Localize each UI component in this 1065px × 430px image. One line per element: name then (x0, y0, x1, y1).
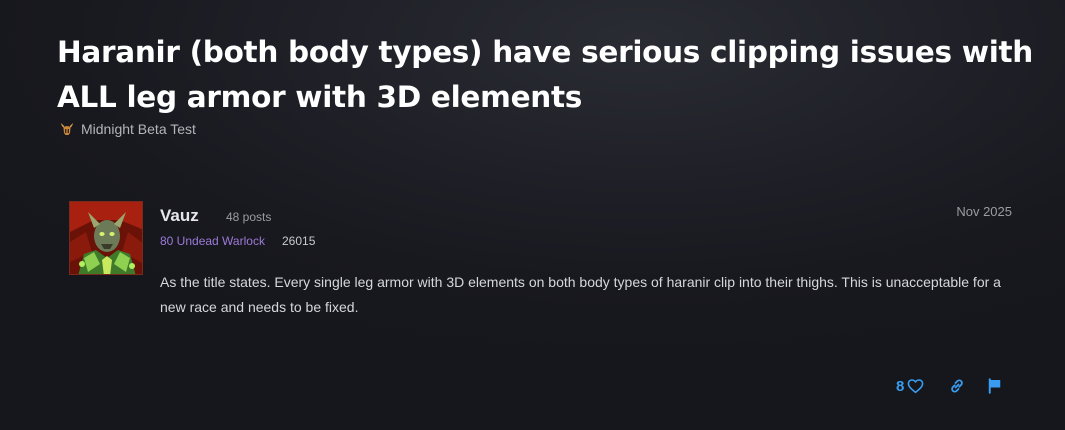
post-body: As the title states. Every single leg ar… (160, 274, 1001, 315)
author-name[interactable]: Vauz (160, 206, 199, 226)
heart-icon (907, 379, 924, 394)
like-count: 8 (896, 377, 905, 395)
post-date[interactable]: Nov 2025 (940, 204, 1012, 219)
post: Vauz 48 posts 80 Undead Warlock 26015 No… (0, 0, 1065, 430)
like-button[interactable]: 8 (896, 374, 924, 398)
link-icon[interactable] (948, 377, 966, 395)
topic-page: Haranir (both body types) have serious c… (0, 0, 1065, 430)
achievement-points: 26015 (282, 234, 316, 248)
avatar-portrait (70, 202, 142, 274)
post-actions: 8 (0, 374, 1065, 398)
character-info[interactable]: 80 Undead Warlock (160, 234, 265, 248)
avatar[interactable] (69, 201, 143, 275)
post-count: 48 posts (226, 210, 272, 224)
flag-icon[interactable] (986, 377, 1004, 395)
